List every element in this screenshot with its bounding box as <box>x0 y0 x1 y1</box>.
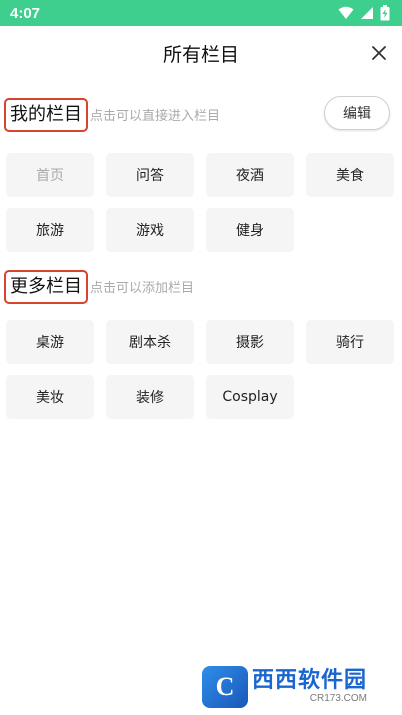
close-button[interactable] <box>368 42 390 64</box>
watermark-logo-icon: C <box>202 665 248 708</box>
battery-icon <box>380 5 390 21</box>
channel-chip[interactable]: Cosplay <box>206 375 294 419</box>
more-section-header: 更多栏目 点击可以添加栏目 <box>0 270 402 304</box>
channel-chip[interactable]: 骑行 <box>306 320 394 364</box>
channel-chip[interactable]: 桌游 <box>6 320 94 364</box>
more-section-grid: 桌游 剧本杀 摄影 骑行 美妆 装修 Cosplay <box>6 320 396 419</box>
channel-chip[interactable]: 美食 <box>306 153 394 197</box>
channel-chip[interactable]: 问答 <box>106 153 194 197</box>
status-time: 4:07 <box>10 4 41 22</box>
my-section-header: 我的栏目 点击可以直接进入栏目 编辑 <box>0 96 402 132</box>
my-section-grid: 首页 问答 夜酒 美食 旅游 游戏 健身 <box>6 153 396 252</box>
wifi-icon <box>338 6 354 19</box>
my-section-title: 我的栏目 <box>4 98 88 132</box>
channel-chip[interactable]: 美妆 <box>6 375 94 419</box>
channel-chip[interactable]: 旅游 <box>6 208 94 252</box>
status-bar: 4:07 <box>0 0 402 26</box>
channel-chip-home: 首页 <box>6 153 94 197</box>
channel-chip[interactable]: 健身 <box>206 208 294 252</box>
my-section-hint: 点击可以直接进入栏目 <box>90 108 221 123</box>
channel-chip[interactable]: 摄影 <box>206 320 294 364</box>
channel-chip[interactable]: 装修 <box>106 375 194 419</box>
channel-chip[interactable]: 游戏 <box>106 208 194 252</box>
page-title: 所有栏目 <box>162 44 239 66</box>
edit-button[interactable]: 编辑 <box>324 96 390 130</box>
watermark-text: 西西软件园 CR173.COM <box>252 667 368 704</box>
signal-icon <box>361 7 373 19</box>
status-icons <box>338 5 390 21</box>
watermark: C 西西软件园 CR173.COM <box>202 664 386 709</box>
watermark-sub: CR173.COM <box>309 692 368 704</box>
more-section-hint: 点击可以添加栏目 <box>90 280 195 295</box>
header: 所有栏目 <box>0 26 402 82</box>
close-icon <box>372 46 386 60</box>
channel-chip[interactable]: 夜酒 <box>206 153 294 197</box>
more-section-title: 更多栏目 <box>4 270 88 304</box>
watermark-main: 西西软件园 <box>252 667 368 693</box>
channel-chip[interactable]: 剧本杀 <box>106 320 194 364</box>
